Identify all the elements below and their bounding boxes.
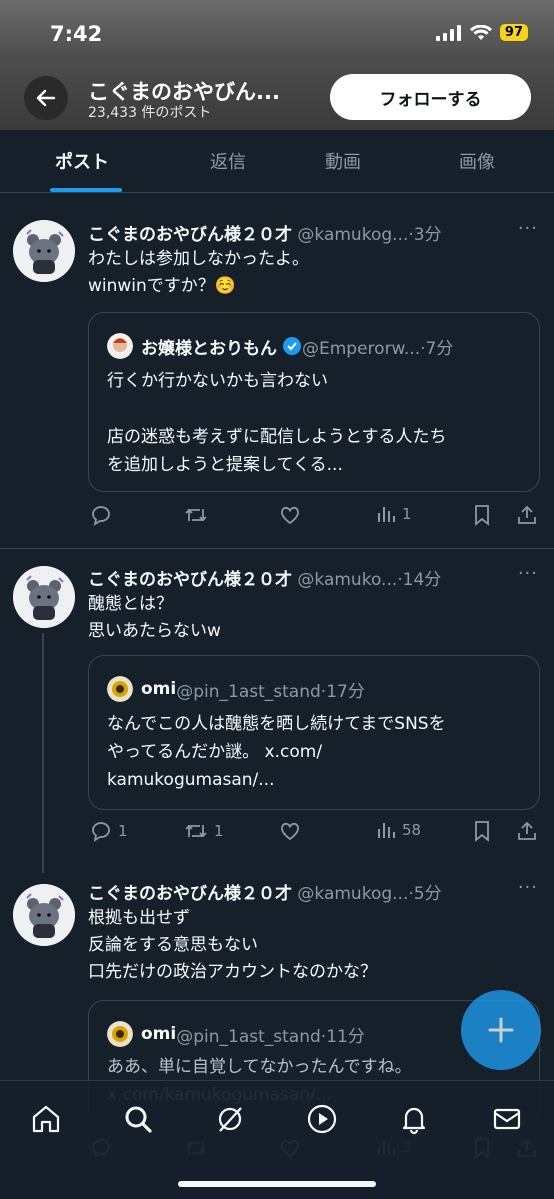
reply-icon xyxy=(92,506,110,526)
signal-icon xyxy=(435,24,461,41)
reply-icon xyxy=(92,822,110,842)
status-time: 7:42 xyxy=(50,22,103,46)
quote-author-meta: @pin_1ast_stand·17分 xyxy=(176,681,365,702)
quote-author-name: お嬢様とおりもん xyxy=(141,338,277,359)
reply-button[interactable] xyxy=(90,504,118,526)
views-button[interactable]: 1 xyxy=(376,504,412,524)
bookmark-button[interactable] xyxy=(472,504,492,526)
share-button[interactable] xyxy=(516,504,538,526)
mail-icon[interactable] xyxy=(491,1103,523,1135)
tab-replies[interactable]: 返信 xyxy=(210,148,246,174)
repost-button[interactable]: 1 xyxy=(184,820,224,842)
tab-posts[interactable]: ポスト xyxy=(55,148,109,174)
avatar[interactable] xyxy=(13,566,75,628)
quoted-post[interactable]: omi @pin_1ast_stand·17分 なんでこの人は醜態を晒し続けてま… xyxy=(88,655,540,810)
views-button[interactable]: 58 xyxy=(376,820,421,840)
quote-text: 行くか行かないかも言わない 店の迷惑も考えずに配信しようとする人たち を追加しよ… xyxy=(107,371,447,475)
bookmark-icon xyxy=(475,821,489,842)
author-name[interactable]: こぐまのおやびん様２０才 xyxy=(88,225,292,245)
compose-button[interactable] xyxy=(461,990,541,1070)
avatar[interactable] xyxy=(13,220,75,282)
views-count: 58 xyxy=(402,821,422,839)
tab-images[interactable]: 画像 xyxy=(459,148,495,174)
home-icon[interactable] xyxy=(30,1103,62,1135)
quote-author-name: omi xyxy=(141,1024,177,1044)
share-button[interactable] xyxy=(516,820,538,842)
bear-avatar-icon xyxy=(13,884,75,946)
bear-avatar-icon xyxy=(13,220,75,282)
bell-icon[interactable] xyxy=(398,1103,430,1135)
thread-line xyxy=(42,633,44,873)
home-indicator xyxy=(178,1181,376,1187)
status-icons: 97 xyxy=(435,24,528,41)
quote-author-meta: @Emperorw...·7分 xyxy=(302,338,454,359)
share-icon xyxy=(518,505,536,524)
tab-active-indicator xyxy=(50,188,122,192)
play-icon[interactable] xyxy=(306,1103,338,1135)
quote-avatar xyxy=(107,333,133,359)
author-meta: @kamukog...·5分 xyxy=(292,884,442,904)
quote-avatar xyxy=(107,676,133,702)
repost-icon xyxy=(185,824,207,838)
verified-badge-icon xyxy=(283,337,301,355)
post-header: こぐまのおやびん様２０才 @kamuko...·14分 xyxy=(88,565,441,590)
like-button[interactable] xyxy=(279,820,301,842)
repost-button[interactable] xyxy=(184,504,214,526)
quote-header: omi @pin_1ast_stand·17分 xyxy=(107,676,365,702)
heart-icon xyxy=(281,506,299,525)
author-meta: @kamuko...·14分 xyxy=(292,570,442,590)
share-icon xyxy=(518,821,536,840)
status-bar: 7:42 97 xyxy=(0,18,554,52)
back-button[interactable] xyxy=(24,76,68,120)
tab-videos[interactable]: 動画 xyxy=(325,148,361,174)
more-options-icon[interactable]: ··· xyxy=(518,877,538,898)
bottom-navigation xyxy=(0,1080,554,1199)
more-options-icon[interactable]: ··· xyxy=(518,218,538,239)
author-name[interactable]: こぐまのおやびん様２０才 xyxy=(88,570,292,590)
search-icon[interactable] xyxy=(122,1103,154,1135)
heart-icon xyxy=(281,822,299,841)
like-button[interactable] xyxy=(279,504,301,526)
post-actions: 1 xyxy=(88,504,540,532)
post-count: 23,433 件のポスト xyxy=(88,105,212,121)
post-header: こぐまのおやびん様２０才 @kamukog...·5分 xyxy=(88,879,442,904)
views-icon xyxy=(378,823,395,838)
quote-text: なんでこの人は醜態を晒し続けてまでSNSを やってるんだか謎。 x.com/ k… xyxy=(107,714,446,790)
repost-count: 1 xyxy=(214,822,224,840)
bookmark-icon xyxy=(475,505,489,526)
quote-avatar xyxy=(107,1021,133,1047)
grok-icon[interactable] xyxy=(214,1103,246,1135)
quote-author-meta: @pin_1ast_stand·11分 xyxy=(176,1026,365,1047)
post-text: 醜態とは？ 思いあたらないw xyxy=(88,594,221,641)
wifi-icon xyxy=(469,24,492,40)
views-count: 1 xyxy=(402,505,412,523)
post-text: 根拠も出せず 反論をする意思もない 口先だけの政治アカウントなのかな？ xyxy=(88,908,377,982)
profile-header: 7:42 97 こぐまのおやびん... 23,433 件のポスト フォローする xyxy=(0,0,554,130)
reply-count: 1 xyxy=(118,822,128,840)
post-header: こぐまのおやびん様２０才 @kamukog...·3分 xyxy=(88,220,442,245)
quote-header: お嬢様とおりもん @Emperorw...·7分 xyxy=(107,333,453,359)
avatar[interactable] xyxy=(13,884,75,946)
repost-icon xyxy=(185,508,207,522)
author-name[interactable]: こぐまのおやびん様２０才 xyxy=(88,884,292,904)
bookmark-button[interactable] xyxy=(472,820,492,842)
quote-header: omi @pin_1ast_stand·11分 xyxy=(107,1021,365,1047)
arrow-left-icon xyxy=(36,89,56,107)
post-actions: 1 1 58 xyxy=(88,820,540,848)
quoted-post[interactable]: お嬢様とおりもん @Emperorw...·7分 行くか行かないかも言わない 店… xyxy=(88,312,540,492)
post[interactable]: こぐまのおやびん様２０才 @kamukog...·3分 ··· わたしは参加しな… xyxy=(0,194,554,548)
author-meta: @kamukog...·3分 xyxy=(292,225,442,245)
reply-button[interactable]: 1 xyxy=(90,820,128,842)
bear-avatar-icon xyxy=(13,566,75,628)
post-text: わたしは参加しなかったよ。 winwinですか？☺️ xyxy=(88,249,309,296)
battery-indicator: 97 xyxy=(499,24,528,41)
profile-tabs: ポスト 返信 動画 画像 xyxy=(0,130,554,193)
plus-icon xyxy=(488,1017,514,1043)
quote-author-name: omi xyxy=(141,679,177,699)
post[interactable]: こぐまのおやびん様２０才 @kamuko...·14分 ··· 醜態とは？ 思い… xyxy=(0,549,554,873)
follow-button[interactable]: フォローする xyxy=(330,74,531,120)
views-icon xyxy=(378,507,395,522)
more-options-icon[interactable]: ··· xyxy=(518,563,538,584)
